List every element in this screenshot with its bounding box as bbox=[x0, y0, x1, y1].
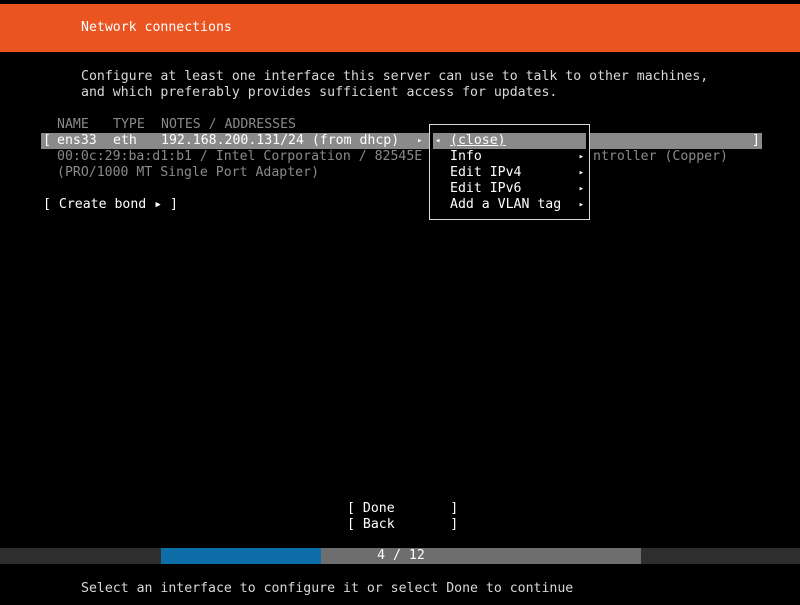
menu-item-edit-ipv6[interactable]: Edit IPv6 ▸ bbox=[433, 181, 586, 197]
chevron-right-icon: ▸ bbox=[578, 184, 584, 194]
back-arrow-icon: ◂ bbox=[435, 136, 441, 146]
column-header-name: NAME bbox=[57, 117, 89, 132]
row-open-bracket: [ bbox=[43, 133, 51, 148]
intro-line-2: and which preferably provides sufficient… bbox=[81, 85, 558, 100]
interface-detail-1: 00:0c:29:ba:d1:b1 / Intel Corporation / … bbox=[57, 149, 423, 164]
interface-type: eth bbox=[113, 133, 137, 148]
chevron-right-icon: ▸ bbox=[578, 152, 584, 162]
column-header-type: TYPE bbox=[113, 117, 145, 132]
create-bond-button[interactable]: [ Create bond ▸ ] bbox=[43, 197, 178, 213]
header-bar: Network connections bbox=[0, 4, 800, 52]
progress-text: 4 / 12 bbox=[377, 548, 425, 563]
interface-detail-2: (PRO/1000 MT Single Port Adapter) bbox=[57, 165, 320, 180]
page-title: Network connections bbox=[81, 20, 232, 35]
row-arrow-icon: ▸ bbox=[417, 136, 423, 146]
row-close-bracket: ] bbox=[752, 133, 760, 148]
intro-line-1: Configure at least one interface this se… bbox=[81, 69, 709, 84]
interface-detail-1-tail: ntroller (Copper) bbox=[593, 149, 728, 164]
footer-hint: Select an interface to configure it or s… bbox=[81, 581, 574, 596]
back-button[interactable]: [ Back ] bbox=[347, 517, 458, 533]
menu-item-add-vlan-tag[interactable]: Add a VLAN tag ▸ bbox=[433, 197, 586, 213]
column-header-notes: NOTES / ADDRESSES bbox=[161, 117, 296, 132]
menu-item-info[interactable]: Info ▸ bbox=[433, 149, 586, 165]
menu-item-edit-ipv4[interactable]: Edit IPv4 ▸ bbox=[433, 165, 586, 181]
done-button[interactable]: [ Done ] bbox=[347, 501, 458, 517]
chevron-right-icon: ▸ bbox=[578, 168, 584, 178]
interface-row-ens33[interactable]: [ ens33 eth 192.168.200.131/24 (from dhc… bbox=[41, 133, 762, 149]
interface-name: ens33 bbox=[57, 133, 97, 148]
chevron-right-icon: ▸ bbox=[578, 200, 584, 210]
interface-action-menu: ◂ (close) Info ▸ Edit IPv4 ▸ Edit IPv6 ▸… bbox=[429, 124, 590, 220]
menu-item-close[interactable]: ◂ (close) bbox=[433, 133, 586, 149]
interface-address: 192.168.200.131/24 (from dhcp) bbox=[161, 133, 400, 148]
